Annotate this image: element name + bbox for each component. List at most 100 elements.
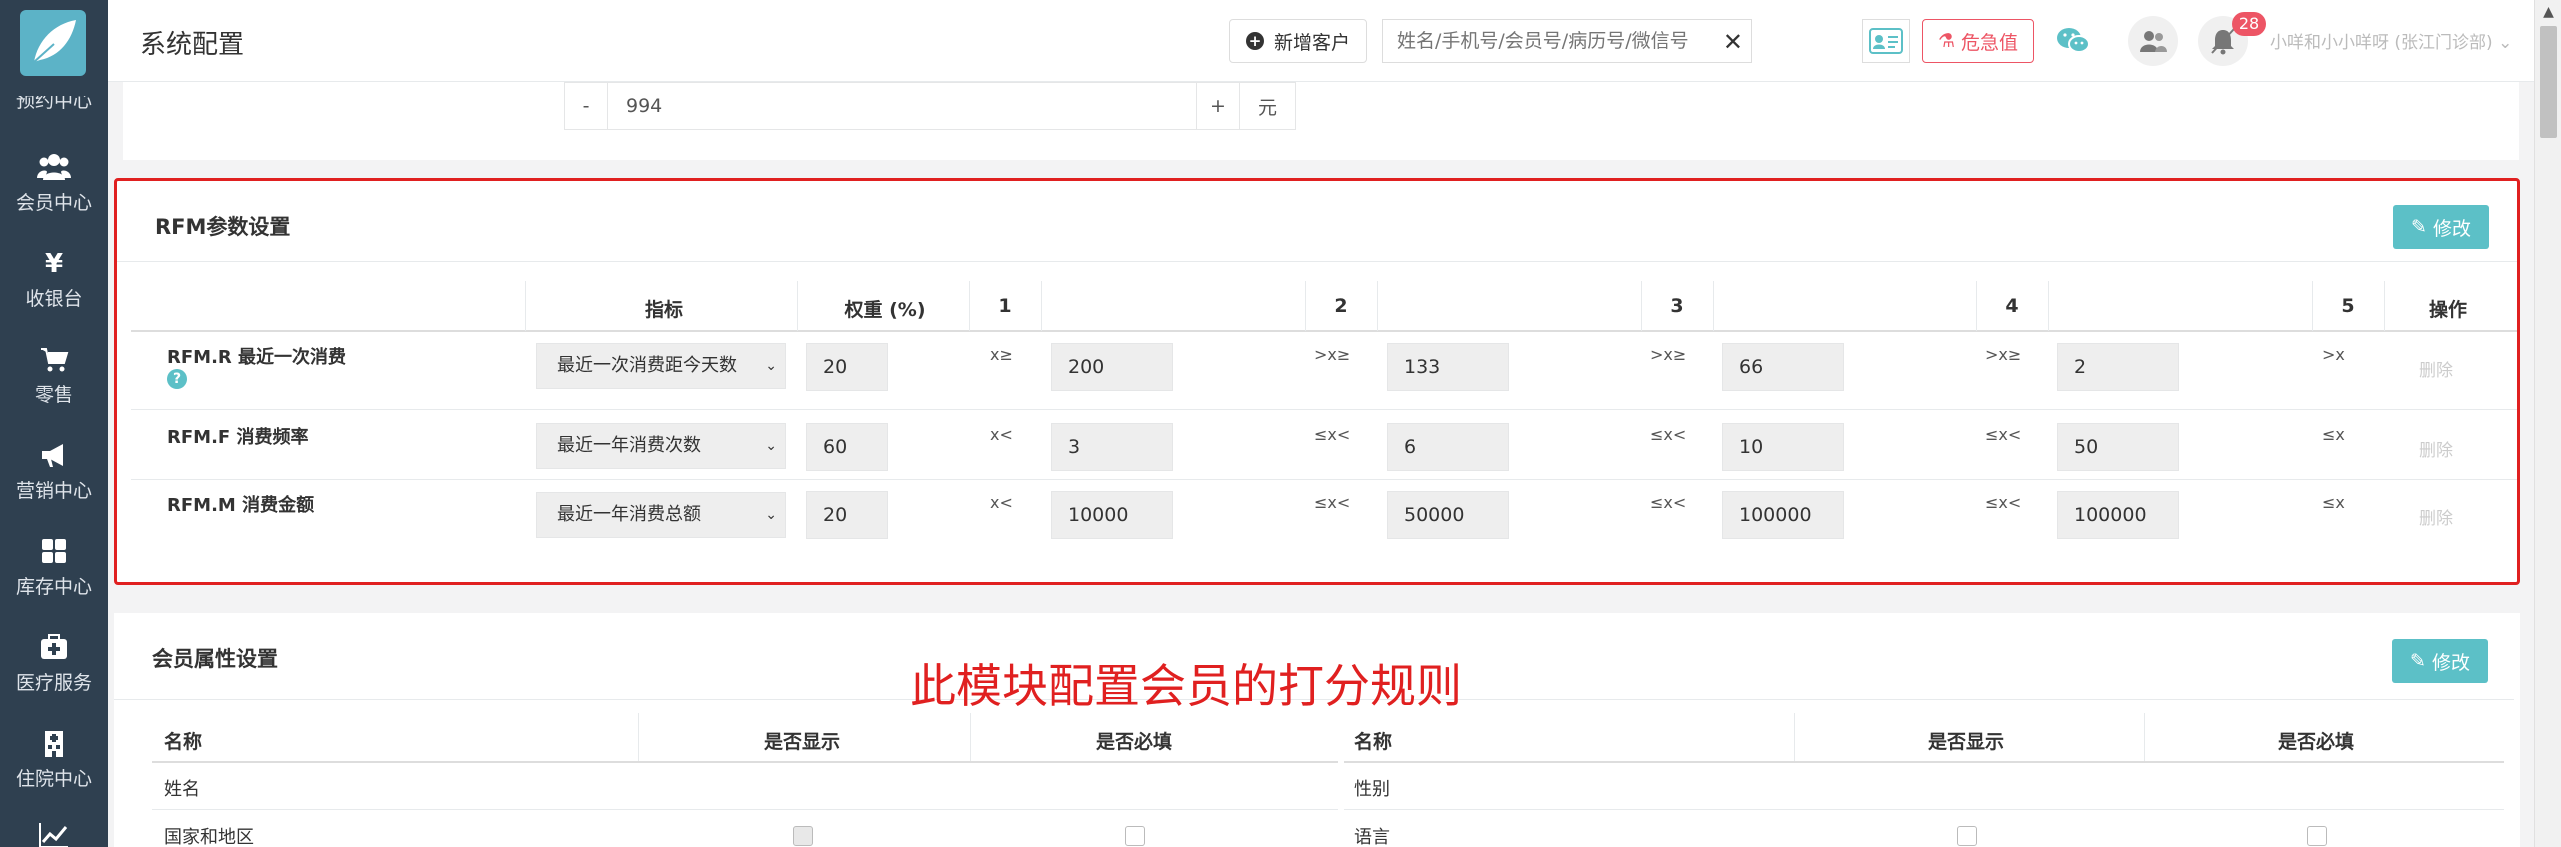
- cart-icon: [37, 344, 71, 374]
- rfm-f-threshold-2[interactable]: 6: [1387, 423, 1509, 471]
- add-customer-button[interactable]: + 新增客户: [1229, 19, 1367, 63]
- yen-icon: ¥: [37, 248, 71, 279]
- team-users-icon[interactable]: [2128, 16, 2178, 66]
- grid-icon: [37, 536, 71, 566]
- clear-icon[interactable]: ✕: [1723, 28, 1743, 56]
- sidebar-item-member[interactable]: 会员中心: [0, 152, 108, 215]
- attr-name: 姓名: [164, 779, 200, 800]
- rfm-r-delete-link[interactable]: 删除: [2419, 356, 2453, 381]
- rfm-f-weight-input[interactable]: 60: [806, 423, 888, 471]
- edit-icon: ✎: [2410, 650, 2426, 672]
- decrement-button[interactable]: -: [565, 83, 607, 129]
- rfm-r-weight-input[interactable]: 20: [806, 343, 888, 391]
- rfm-m-weight-input[interactable]: 20: [806, 491, 888, 539]
- help-icon[interactable]: ?: [167, 369, 187, 389]
- sidebar-item-label: 营销中心: [15, 480, 92, 502]
- rfm-f-threshold-4[interactable]: 50: [2057, 423, 2179, 471]
- rfm-r-threshold-1[interactable]: 200: [1051, 343, 1173, 391]
- sidebar-item-medical[interactable]: 医疗服务: [0, 632, 108, 695]
- hospital-icon: [37, 728, 71, 758]
- wechat-icon[interactable]: [2054, 24, 2094, 58]
- unit-label: 元: [1239, 83, 1295, 129]
- search-input[interactable]: [1383, 20, 1713, 62]
- rfm-r-label: RFM.R 最近一次消费: [167, 347, 347, 368]
- rfm-f-delete-link[interactable]: 删除: [2419, 436, 2453, 461]
- rfm-m-op-2: ≤x<: [1314, 493, 1351, 512]
- col-header-indicator: 指标: [644, 299, 683, 321]
- sidebar-item-marketing[interactable]: 营销中心: [0, 440, 108, 503]
- member-card-button[interactable]: [1862, 19, 1910, 63]
- row-divider: [152, 809, 1338, 810]
- rfm-r-threshold-4[interactable]: 2: [2057, 343, 2179, 391]
- col-header-action: 操作: [2428, 299, 2467, 321]
- app-logo[interactable]: [20, 10, 86, 76]
- column-divider: [1305, 281, 1306, 331]
- sidebar-item-stats[interactable]: [0, 820, 108, 847]
- sidebar-item-inventory[interactable]: 库存中心: [0, 536, 108, 599]
- column-divider: [2048, 281, 2049, 331]
- sidebar-item-cashier[interactable]: ¥ 收银台: [0, 248, 108, 311]
- notification-badge: 28: [2232, 12, 2266, 36]
- left-col-header-show: 是否显示: [764, 731, 841, 753]
- rfm-m-threshold-4[interactable]: 100000: [2057, 491, 2179, 539]
- rfm-m-indicator-select[interactable]: 最近一年消费总额 ⌄: [536, 492, 786, 538]
- medkit-icon: [37, 632, 71, 662]
- rfm-f-threshold-3[interactable]: 10: [1722, 423, 1844, 471]
- amount-stepper: - 994 + 元: [564, 82, 1296, 130]
- amount-input[interactable]: 994: [607, 83, 1197, 129]
- required-checkbox[interactable]: [2307, 826, 2327, 846]
- show-checkbox[interactable]: [1957, 826, 1977, 846]
- header-divider: [1344, 761, 2504, 763]
- rfm-m-threshold-2[interactable]: 50000: [1387, 491, 1509, 539]
- column-divider: [2144, 713, 2145, 763]
- chevron-down-icon: ⌄: [2498, 33, 2513, 53]
- required-checkbox[interactable]: [1125, 826, 1145, 846]
- member-panel-title: 会员属性设置: [152, 647, 278, 671]
- sidebar: 预约中心 会员中心 ¥ 收银台 零售 营销中心 库存中心 医疗服务 住院中心: [0, 0, 108, 847]
- rfm-m-threshold-1[interactable]: 10000: [1051, 491, 1173, 539]
- sidebar-item-label: 医疗服务: [15, 672, 92, 694]
- column-divider: [638, 713, 639, 763]
- col-header-score-4: 4: [2005, 295, 2019, 317]
- rfm-f-op-1: x<: [990, 425, 1013, 444]
- user-menu[interactable]: 小咩和小小咩呀 (张江门诊部) ⌄: [2270, 28, 2512, 53]
- annotation-text: 此模块配置会员的打分规则: [910, 659, 1462, 713]
- vertical-scrollbar[interactable]: ▲: [2534, 0, 2561, 847]
- rfm-r-op-2: >x≥: [1314, 345, 1351, 364]
- rfm-settings-panel: RFM参数设置 ✎ 修改 指标 权重 (%) 1 2 3 4 5 操作 RFM.…: [114, 178, 2520, 585]
- row-divider: [1344, 809, 2504, 810]
- rfm-r-op-5: >x: [2322, 345, 2345, 364]
- rfm-r-threshold-2[interactable]: 133: [1387, 343, 1509, 391]
- column-divider: [1641, 281, 1642, 331]
- rfm-f-threshold-1[interactable]: 3: [1051, 423, 1173, 471]
- right-col-header-show: 是否显示: [1928, 731, 2005, 753]
- column-divider: [1794, 713, 1795, 763]
- rfm-m-delete-link[interactable]: 删除: [2419, 504, 2453, 529]
- col-header-weight: 权重 (%): [844, 299, 926, 321]
- rfm-f-indicator-select[interactable]: 最近一年消费次数 ⌄: [536, 423, 786, 469]
- member-edit-button[interactable]: ✎ 修改: [2392, 639, 2488, 683]
- column-divider: [969, 281, 970, 331]
- rfm-f-label: RFM.F 消费频率: [167, 427, 309, 448]
- increment-button[interactable]: +: [1197, 83, 1239, 129]
- row-divider: [131, 479, 2517, 480]
- sidebar-item-inpatient[interactable]: 住院中心: [0, 728, 108, 791]
- column-divider: [2312, 281, 2313, 331]
- rfm-edit-button[interactable]: ✎ 修改: [2393, 205, 2489, 249]
- rfm-r-threshold-3[interactable]: 66: [1722, 343, 1844, 391]
- emergency-value-button[interactable]: ⚗ 危急值: [1922, 19, 2034, 63]
- sidebar-item-retail[interactable]: 零售: [0, 344, 108, 407]
- scroll-up-arrow-icon[interactable]: ▲: [2535, 0, 2561, 24]
- rfm-r-indicator-select[interactable]: 最近一次消费距今天数 ⌄: [536, 343, 786, 389]
- attr-name: 性别: [1354, 779, 1390, 800]
- col-header-score-1: 1: [998, 295, 1012, 317]
- scroll-thumb[interactable]: [2540, 26, 2557, 138]
- column-divider: [525, 281, 526, 331]
- rfm-f-op-3: ≤x<: [1650, 425, 1687, 444]
- select-value: 最近一年消费总额: [557, 504, 701, 525]
- chart-icon: [37, 820, 71, 847]
- show-checkbox[interactable]: [793, 826, 813, 846]
- rfm-m-threshold-3[interactable]: 100000: [1722, 491, 1844, 539]
- sidebar-item-appointment[interactable]: 预约中心: [0, 96, 108, 126]
- column-divider: [970, 713, 971, 763]
